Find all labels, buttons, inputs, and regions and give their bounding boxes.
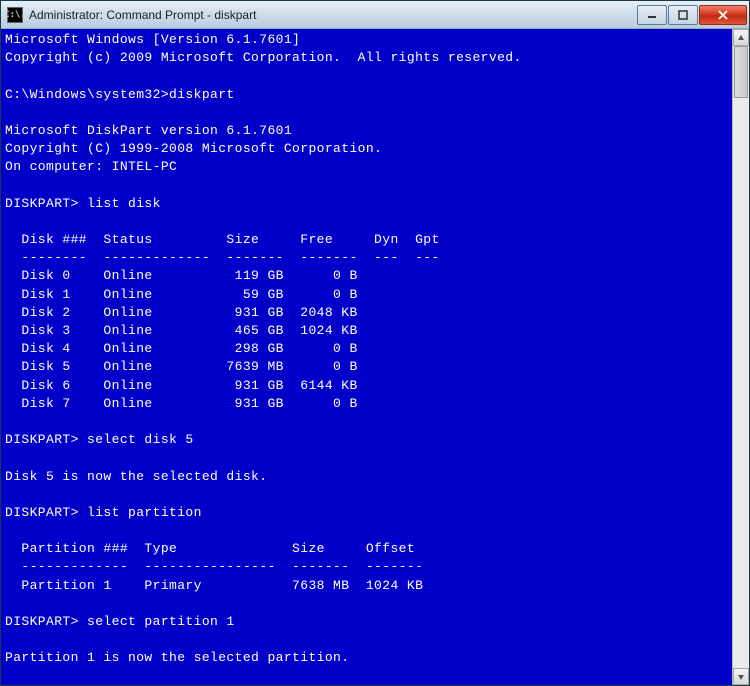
scrollbar-thumb[interactable] bbox=[734, 46, 748, 98]
disk-row: Disk 0 Online 119 GB 0 B bbox=[5, 268, 358, 283]
maximize-icon bbox=[678, 10, 688, 20]
disk-row: Disk 5 Online 7639 MB 0 B bbox=[5, 359, 358, 374]
disk-table-divider: -------- ------------- ------- ------- -… bbox=[5, 250, 440, 265]
disk-row: Disk 2 Online 931 GB 2048 KB bbox=[5, 305, 358, 320]
close-button[interactable] bbox=[699, 5, 747, 25]
resp-select-partition: Partition 1 is now the selected partitio… bbox=[5, 650, 349, 665]
disk-row: Disk 4 Online 298 GB 0 B bbox=[5, 341, 358, 356]
cmd-icon: C:\. bbox=[7, 7, 23, 23]
disk-row: Disk 6 Online 931 GB 6144 KB bbox=[5, 378, 358, 393]
minimize-icon bbox=[647, 10, 657, 20]
os-copyright: Copyright (c) 2009 Microsoft Corporation… bbox=[5, 50, 522, 65]
chevron-down-icon bbox=[737, 673, 745, 681]
disk-row: Disk 1 Online 59 GB 0 B bbox=[5, 287, 358, 302]
resp-select-disk: Disk 5 is now the selected disk. bbox=[5, 469, 267, 484]
vertical-scrollbar[interactable] bbox=[732, 29, 749, 685]
titlebar[interactable]: C:\. Administrator: Command Prompt - dis… bbox=[1, 1, 749, 29]
disk-row: Disk 7 Online 931 GB 0 B bbox=[5, 396, 358, 411]
os-header: Microsoft Windows [Version 6.1.7601] bbox=[5, 32, 300, 47]
cmd-list-partition: DISKPART> list partition bbox=[5, 505, 202, 520]
close-icon bbox=[717, 10, 729, 20]
diskpart-computer: On computer: INTEL-PC bbox=[5, 159, 177, 174]
disk-table-header: Disk ### Status Size Free Dyn Gpt bbox=[5, 232, 440, 247]
chevron-up-icon bbox=[737, 34, 745, 42]
console-text: Microsoft Windows [Version 6.1.7601] Cop… bbox=[5, 31, 745, 685]
command-prompt-window: C:\. Administrator: Command Prompt - dis… bbox=[0, 0, 750, 686]
scroll-down-button[interactable] bbox=[733, 668, 749, 685]
minimize-button[interactable] bbox=[637, 5, 667, 25]
cmd-select-partition: DISKPART> select partition 1 bbox=[5, 614, 235, 629]
scroll-up-button[interactable] bbox=[733, 29, 749, 46]
partition-table-header: Partition ### Type Size Offset bbox=[5, 541, 415, 556]
window-title: Administrator: Command Prompt - diskpart bbox=[29, 8, 637, 22]
partition-table-divider: ------------- ---------------- ------- -… bbox=[5, 559, 423, 574]
scrollbar-track[interactable] bbox=[733, 46, 749, 668]
cmd-select-disk: DISKPART> select disk 5 bbox=[5, 432, 194, 447]
prompt-diskpart: C:\Windows\system32>diskpart bbox=[5, 87, 235, 102]
console-output[interactable]: Microsoft Windows [Version 6.1.7601] Cop… bbox=[1, 29, 749, 685]
maximize-button[interactable] bbox=[668, 5, 698, 25]
cmd-list-disk: DISKPART> list disk bbox=[5, 196, 161, 211]
diskpart-header: Microsoft DiskPart version 6.1.7601 bbox=[5, 123, 292, 138]
partition-row: Partition 1 Primary 7638 MB 1024 KB bbox=[5, 578, 423, 593]
diskpart-copyright: Copyright (C) 1999-2008 Microsoft Corpor… bbox=[5, 141, 382, 156]
window-controls bbox=[637, 5, 747, 25]
disk-row: Disk 3 Online 465 GB 1024 KB bbox=[5, 323, 358, 338]
